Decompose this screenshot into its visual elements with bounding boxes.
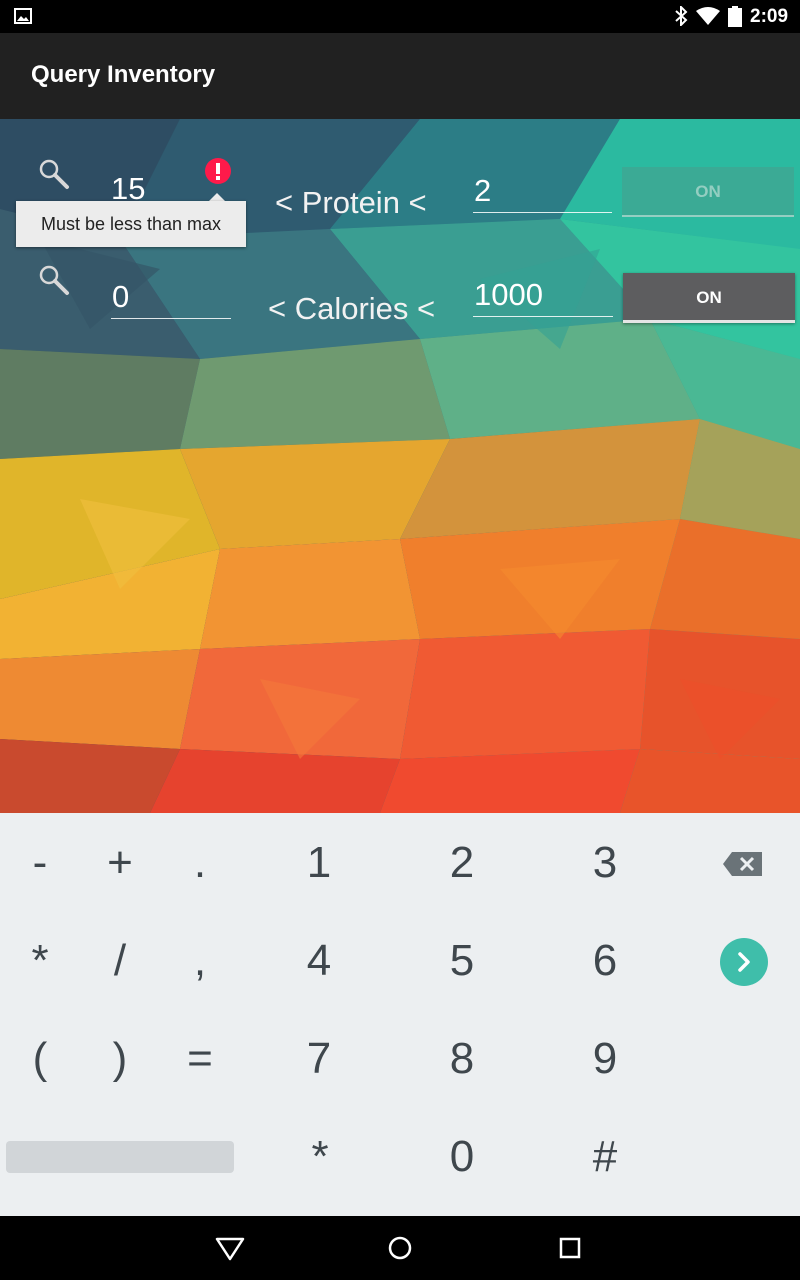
backspace-icon[interactable] [722,849,764,879]
battery-icon [728,6,742,27]
gallery-icon [14,8,32,24]
query-form: 15 Must be less than max < Protein < 2 O… [0,119,800,813]
key-4[interactable]: 4 [269,921,369,1001]
key-7[interactable]: 7 [269,1019,369,1099]
next-key[interactable] [720,938,768,986]
error-icon [205,158,231,184]
status-bar: 2:09 [0,0,800,33]
app-bar: Query Inventory [0,33,800,119]
home-icon[interactable] [384,1232,416,1264]
key-comma[interactable]: , [150,921,250,1001]
error-tooltip: Must be less than max [16,201,246,247]
calories-min-input[interactable]: 0 [111,275,231,319]
key-3[interactable]: 3 [555,823,655,903]
calories-toggle[interactable]: ON [623,273,795,323]
protein-label: < Protein < [275,185,427,220]
space-key[interactable] [6,1141,234,1173]
status-time: 2:09 [750,6,789,27]
key-9[interactable]: 9 [555,1019,655,1099]
key-hash[interactable]: # [555,1117,655,1197]
search-icon [39,265,69,295]
navigation-bar [0,1216,800,1280]
bluetooth-icon [675,6,688,26]
key-star[interactable]: * [270,1117,370,1197]
calories-label: < Calories < [268,291,436,326]
key-2[interactable]: 2 [412,823,512,903]
wifi-icon [696,7,720,25]
key-5[interactable]: 5 [412,921,512,1001]
page-title: Query Inventory [31,61,216,88]
protein-toggle[interactable]: ON [622,167,794,217]
key-6[interactable]: 6 [555,921,655,1001]
key-1[interactable]: 1 [269,823,369,903]
key-equals[interactable]: = [150,1019,250,1099]
calories-max-input[interactable]: 1000 [473,273,613,317]
protein-max-input[interactable]: 2 [473,169,612,213]
key-8[interactable]: 8 [412,1019,512,1099]
next-icon [738,952,750,972]
numeric-keyboard: - + . 1 2 3 * / , 4 5 6 ( ) = 7 8 9 * 0 … [0,813,800,1216]
key-period[interactable]: . [150,823,250,903]
key-0[interactable]: 0 [412,1117,512,1197]
back-icon[interactable] [214,1232,246,1264]
recents-icon[interactable] [554,1232,586,1264]
